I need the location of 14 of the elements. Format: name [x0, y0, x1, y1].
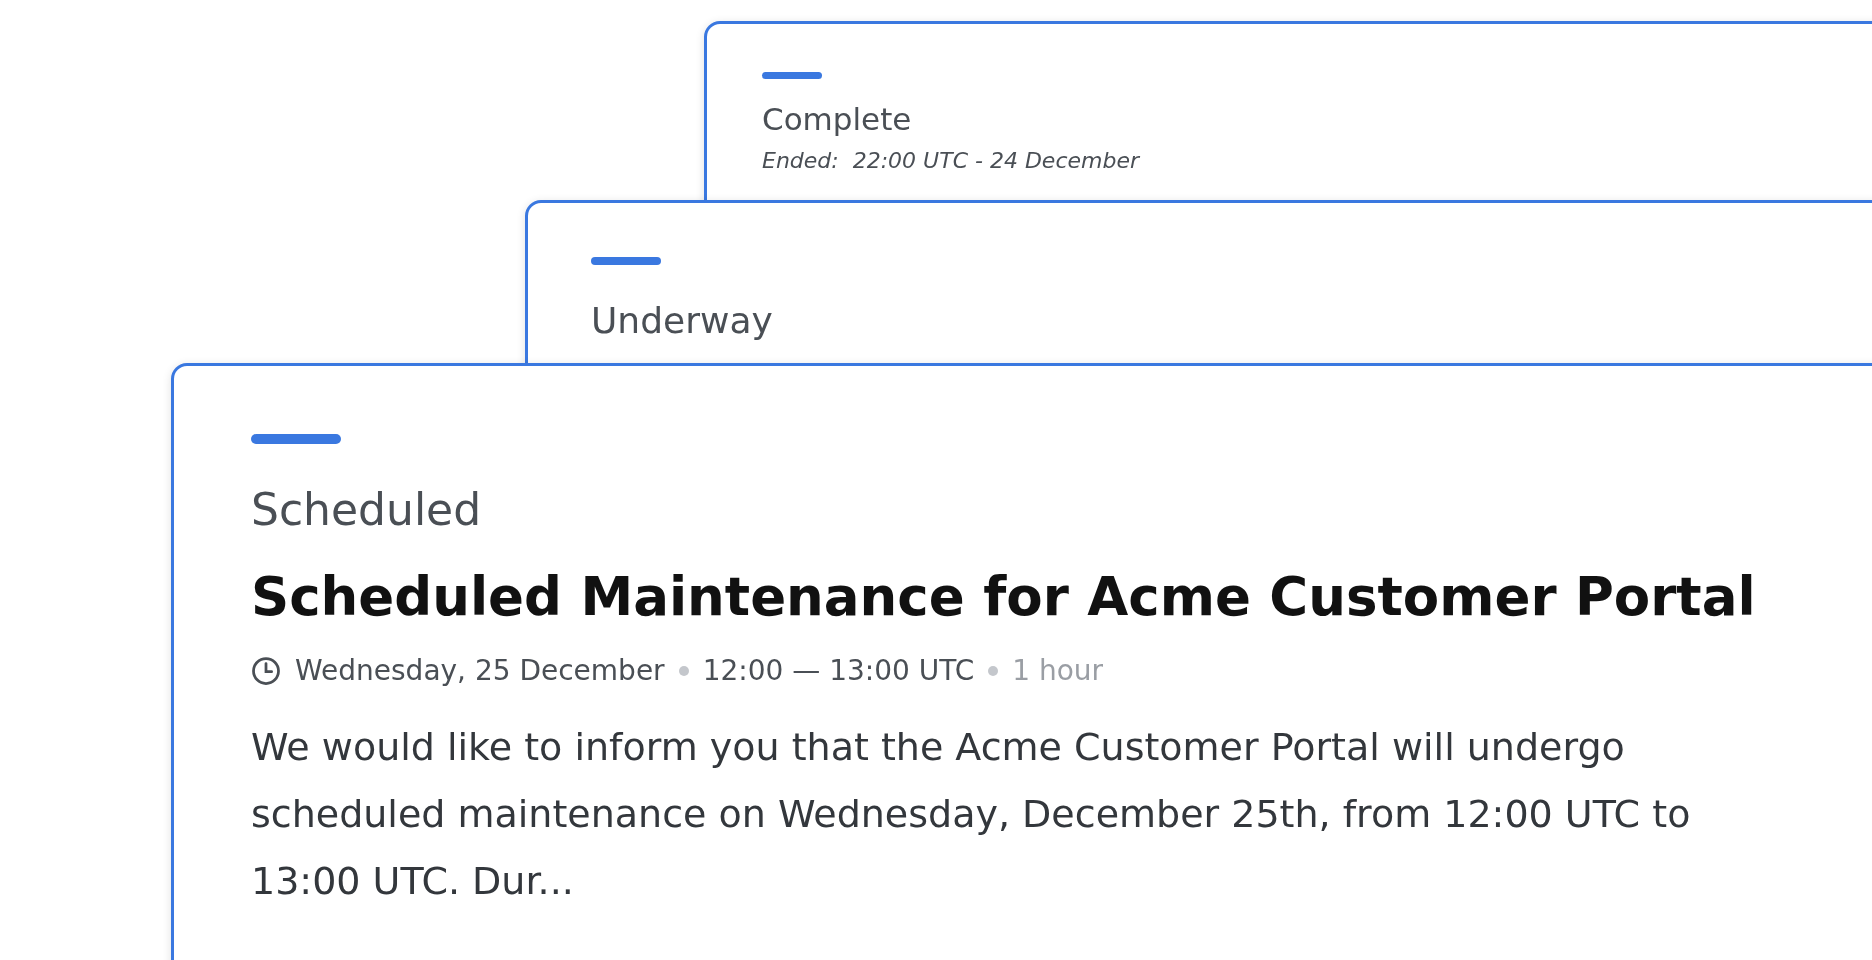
status-label: Scheduled [251, 484, 483, 537]
accent-bar [591, 257, 661, 265]
time-range: 12:00 — 13:00 UTC [702, 653, 975, 690]
status-label: Underway [591, 299, 774, 343]
incident-title: Scheduled Maintenance for Acme Customer Portal [251, 564, 1757, 629]
description-text: We would like to inform you that the Acme Customer Portal will undergo scheduled maintenance on Wednesday, December 25th, from 12:00 UTC to 13:00 UTC. Dur... [251, 724, 1692, 906]
status-label: Complete [762, 101, 913, 139]
accent-bar [762, 72, 822, 79]
ended-time: Ended: 22:00 UTC - 24 December [762, 147, 1141, 176]
clock-icon [251, 656, 281, 687]
duration-text: 1 hour [1012, 653, 1104, 690]
separator-dot [988, 666, 999, 677]
separator-dot [678, 666, 689, 677]
date-text: Wednesday, 25 December [295, 653, 665, 690]
